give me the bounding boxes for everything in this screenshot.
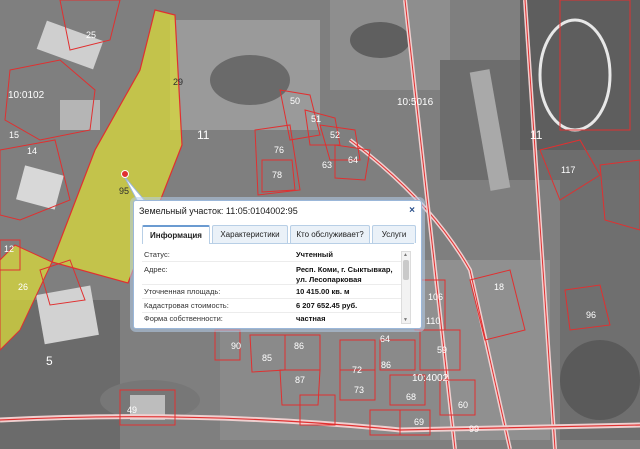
parcel-label: 29 [173,77,184,87]
address-value: Респ. Коми, г. Сыктывкар, ул. Лесопарков… [296,265,393,284]
tab-services[interactable]: Услуги [372,225,416,243]
parcel-label: 15 [9,130,20,140]
popup-title: Земельный участок: 11:05:0104002:95 [139,206,298,216]
parcel-label: 50 [290,96,301,106]
status-label: Статус: [144,250,170,259]
zone-label: 5 [46,354,53,368]
parcel-label: 86 [381,360,392,370]
cadastral-cost-label: Кадастровая стоимость: [144,301,229,310]
parcel-info-popup: Земельный участок: 11:05:0104002:95 × Ин… [133,200,422,329]
parcel-label: 64 [348,155,359,165]
parcel-label: 72 [352,365,363,375]
parcel-label: 14 [27,146,38,156]
tab-information[interactable]: Информация [142,225,210,244]
area-label: Уточненная площадь: [144,287,221,296]
parcel-label: 117 [561,165,576,175]
parcel-label: 90 [231,341,242,351]
cadastral-map[interactable]: 10:0102 10:5016 10:4002 11 11 5 29 25 50… [0,0,640,449]
parcel-label: 26 [18,282,29,292]
parcel-label: 59 [437,345,448,355]
status-value: Учтенный [296,250,333,259]
parcel-label: 99 [469,424,480,434]
zone-label: 11 [197,128,210,142]
close-icon[interactable]: × [409,205,415,216]
info-table: Статус: Учтенный Адрес: Респ. Коми, г. С… [142,246,407,324]
quarter-label: 10:0102 [8,90,45,101]
parcel-label: 63 [322,160,333,170]
parcel-label: 86 [294,341,305,351]
parcel-label: 25 [86,30,97,40]
parcel-label: 110 [426,316,441,326]
zone-label: 11 [530,128,543,142]
parcel-label: 106 [428,292,444,302]
ownership-value: частная [296,314,326,323]
ownership-label: Форма собственности: [144,314,223,323]
scroll-down-icon[interactable]: ▼ [403,317,408,323]
quarter-label: 10:5016 [397,97,434,108]
parcel-label: 85 [262,353,273,363]
address-label: Адрес: [144,265,168,274]
parcel-label: 95 [119,186,130,196]
parcel-label: 78 [272,170,283,180]
tab-who-serves[interactable]: Кто обслуживает? [290,225,370,243]
scroll-up-icon[interactable]: ▲ [403,252,408,258]
parcel-label: 73 [354,385,365,395]
parcel-label: 87 [295,375,306,385]
parcel-label: 51 [311,114,322,124]
parcel-label: 76 [274,145,285,155]
parcel-label: 49 [127,405,138,415]
parcel-label: 52 [330,130,341,140]
parcel-label: 60 [458,400,469,410]
parcel-label: 64 [380,334,391,344]
scroll-thumb[interactable] [403,260,409,280]
parcel-label: 68 [406,392,417,402]
popup-tabs: Информация Характеристики Кто обслуживае… [142,225,416,244]
parcel-label: 12 [4,244,15,254]
quarter-label: 10:4002 [412,373,449,384]
parcel-label: 18 [494,282,505,292]
parcel-label: 96 [586,310,597,320]
parcel-label: 69 [414,417,425,427]
cadastral-cost-value: 6 207 652.45 руб. [296,301,358,310]
area-value: 10 415.00 кв. м [296,287,350,296]
popup-scrollbar[interactable]: ▲ ▼ [401,251,411,324]
tab-characteristics[interactable]: Характеристики [212,225,288,243]
